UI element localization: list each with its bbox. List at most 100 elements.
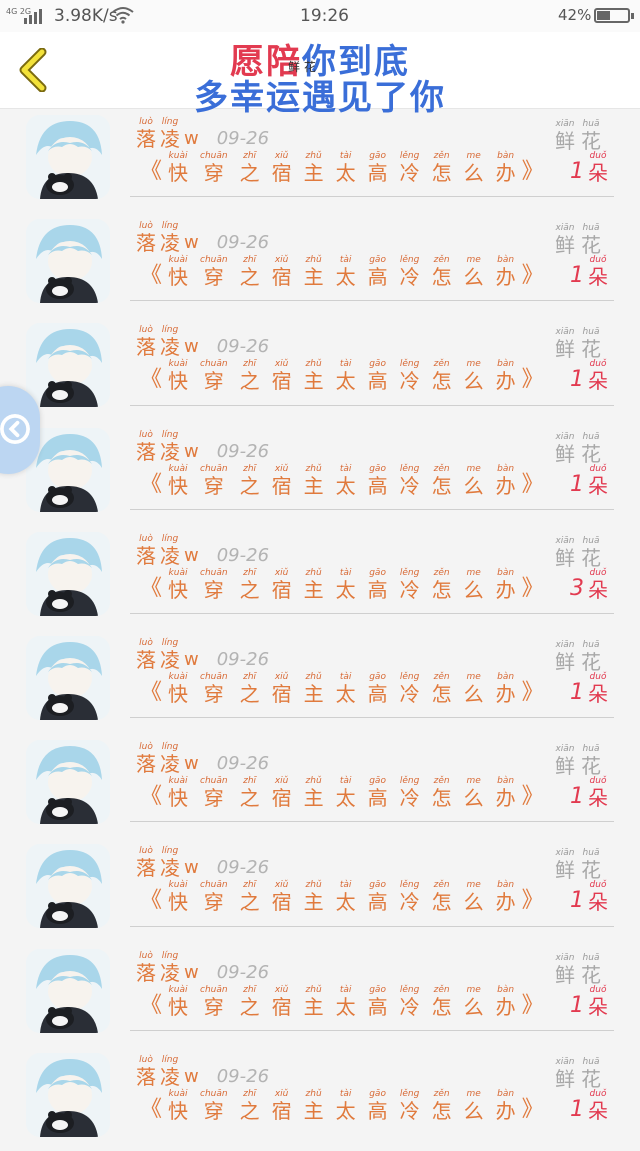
flower-label: xiān 鲜 huā 花 — [555, 1056, 601, 1091]
book-char: zhǔ 主 — [303, 255, 324, 290]
flower-count: 1 duǒ 朵 — [570, 671, 608, 706]
signal-icon — [24, 8, 42, 24]
book-char: kuài 快 — [168, 463, 189, 498]
book-char: xiǔ 宿 — [271, 463, 292, 498]
book-char: xiǔ 宿 — [271, 880, 292, 915]
book-char: lěng 冷 — [399, 463, 420, 498]
flower-label: xiān 鲜 huā 花 — [555, 223, 601, 258]
sender-name: luò 落 líng 凌 w 09-26 — [136, 1054, 270, 1089]
book-char: zhǔ 主 — [303, 151, 324, 185]
book-char: zěn 怎 — [431, 984, 452, 1019]
list-item[interactable]: luò 落 líng 凌 w 09-26 《 kuài 快 chuān 穿 zhī 之 xiǔ 宿… — [0, 1047, 640, 1151]
list-item[interactable]: luò 落 líng 凌 w 09-26 《 kuài 快 chuān 穿 zhī 之 xiǔ 宿… — [0, 943, 640, 1047]
flower-count: 1 duǒ 朵 — [570, 1088, 608, 1123]
list-item[interactable]: luò 落 líng 凌 w 09-26 《 kuài 快 chuān 穿 zhī 之 xiǔ 宿… — [0, 317, 640, 421]
book-char: tài 太 — [335, 776, 356, 811]
book-char: xiǔ 宿 — [271, 984, 292, 1019]
book-char: gāo 高 — [367, 567, 388, 602]
flower-label: xiān 鲜 huā 花 — [555, 952, 601, 987]
book-char: me 么 — [463, 567, 484, 602]
clock: 19:26 — [300, 6, 349, 26]
book-char: lěng 冷 — [399, 1088, 420, 1123]
book-char: zhī 之 — [239, 984, 260, 1019]
list-item[interactable]: luò 落 líng 凌 w 09-26 《 kuài 快 chuān 穿 zhī 之 xiǔ 宿… — [0, 734, 640, 838]
book-char: zhǔ 主 — [303, 984, 324, 1019]
book-char: zhǔ 主 — [303, 671, 324, 706]
sender-name: luò 落 líng 凌 w 09-26 — [136, 742, 270, 777]
book-char: bàn 办 — [495, 151, 516, 185]
gift-date: 09-26 — [216, 232, 270, 254]
book-char: gāo 高 — [367, 1088, 388, 1123]
list-item[interactable]: luò 落 líng 凌 w 09-26 《 kuài 快 chuān 穿 zhī 之 xiǔ 宿… — [0, 422, 640, 526]
sender-name: luò 落 líng 凌 w 09-26 — [136, 846, 270, 881]
book-title: 《 kuài 快 chuān 穿 zhī 之 xiǔ 宿 zhǔ 主 tài 太 gāo 高 lěng 冷 zě… — [140, 567, 544, 602]
flower-label: xiān 鲜 huā 花 — [555, 848, 601, 883]
avatar — [26, 635, 110, 720]
avatar — [26, 323, 110, 408]
book-char: zěn 怎 — [431, 567, 452, 602]
book-char: zhī 之 — [239, 671, 260, 706]
gift-list: luò 落 líng 凌 w 09-26 《 kuài 快 chuān 穿 zhī 之 xiǔ 宿… — [0, 109, 640, 1151]
row-divider — [130, 925, 614, 927]
book-char: lěng 冷 — [399, 671, 420, 706]
header: 愿陪你到底 鲜 花 多幸运遇见了你 — [0, 32, 640, 118]
book-char: zhī 之 — [239, 255, 260, 290]
book-char: gāo 高 — [367, 151, 388, 185]
book-char: zhī 之 — [239, 151, 260, 185]
book-char: zěn 怎 — [431, 776, 452, 811]
book-char: xiǔ 宿 — [271, 255, 292, 290]
flower-label: xiān 鲜 huā 花 — [555, 327, 601, 362]
book-char: lěng 冷 — [399, 359, 420, 394]
book-title: 《 kuài 快 chuān 穿 zhī 之 xiǔ 宿 zhǔ 主 tài 太 gāo 高 lěng 冷 zě… — [140, 776, 544, 811]
avatar — [26, 948, 110, 1033]
gift-date: 09-26 — [216, 961, 270, 983]
sender-name: luò 落 líng 凌 w 09-26 — [136, 950, 270, 985]
book-char: kuài 快 — [168, 151, 189, 185]
book-char: tài 太 — [335, 359, 356, 394]
list-item[interactable]: luò 落 líng 凌 w 09-26 《 kuài 快 chuān 穿 zhī 之 xiǔ 宿… — [0, 838, 640, 942]
book-char: bàn 办 — [495, 359, 516, 394]
row-divider — [130, 404, 614, 406]
row-divider — [130, 300, 614, 302]
sender-name: luò 落 líng 凌 w 09-26 — [136, 325, 270, 360]
book-char: lěng 冷 — [399, 776, 420, 811]
book-char: zhī 之 — [239, 1088, 260, 1123]
book-title: 《 kuài 快 chuān 穿 zhī 之 xiǔ 宿 zhǔ 主 tài 太 gāo 高 lěng 冷 zě… — [140, 359, 544, 394]
list-item[interactable]: luò 落 líng 凌 w 09-26 《 kuài 快 chuān 穿 zhī 之 xiǔ 宿… — [0, 630, 640, 734]
book-char: kuài 快 — [168, 255, 189, 290]
flower-count: 1 duǒ 朵 — [570, 984, 608, 1019]
list-item[interactable]: luò 落 líng 凌 w 09-26 《 kuài 快 chuān 穿 zhī 之 xiǔ 宿… — [0, 213, 640, 317]
book-char: zěn 怎 — [431, 463, 452, 498]
flower-count: 1 duǒ 朵 — [570, 255, 608, 290]
book-char: chuān 穿 — [200, 776, 228, 811]
book-char: me 么 — [463, 151, 484, 185]
book-char: bàn 办 — [495, 567, 516, 602]
book-char: kuài 快 — [168, 984, 189, 1019]
book-char: gāo 高 — [367, 671, 388, 706]
book-char: zhǔ 主 — [303, 776, 324, 811]
book-char: bàn 办 — [495, 880, 516, 915]
avatar — [26, 531, 110, 616]
book-char: chuān 穿 — [200, 255, 228, 290]
avatar — [26, 740, 110, 825]
book-char: lěng 冷 — [399, 567, 420, 602]
avatar — [26, 844, 110, 929]
list-item[interactable]: luò 落 líng 凌 w 09-26 《 kuài 快 chuān 穿 zhī 之 xiǔ 宿… — [0, 526, 640, 630]
book-char: gāo 高 — [367, 776, 388, 811]
book-char: tài 太 — [335, 463, 356, 498]
book-title: 《 kuài 快 chuān 穿 zhī 之 xiǔ 宿 zhǔ 主 tài 太 gāo 高 lěng 冷 zě… — [140, 151, 544, 185]
book-char: kuài 快 — [168, 567, 189, 602]
book-char: gāo 高 — [367, 255, 388, 290]
book-char: zhī 之 — [239, 776, 260, 811]
gift-date: 09-26 — [216, 440, 270, 462]
list-item[interactable]: luò 落 líng 凌 w 09-26 《 kuài 快 chuān 穿 zhī 之 xiǔ 宿… — [0, 109, 640, 213]
book-title: 《 kuài 快 chuān 穿 zhī 之 xiǔ 宿 zhǔ 主 tài 太 gāo 高 lěng 冷 zě… — [140, 880, 544, 915]
book-char: lěng 冷 — [399, 984, 420, 1019]
book-char: chuān 穿 — [200, 359, 228, 394]
book-char: me 么 — [463, 671, 484, 706]
gift-date: 09-26 — [216, 336, 270, 358]
book-char: bàn 办 — [495, 1088, 516, 1123]
gift-date: 09-26 — [216, 648, 270, 670]
book-char: tài 太 — [335, 567, 356, 602]
book-title: 《 kuài 快 chuān 穿 zhī 之 xiǔ 宿 zhǔ 主 tài 太 gāo 高 lěng 冷 zě… — [140, 1088, 544, 1123]
